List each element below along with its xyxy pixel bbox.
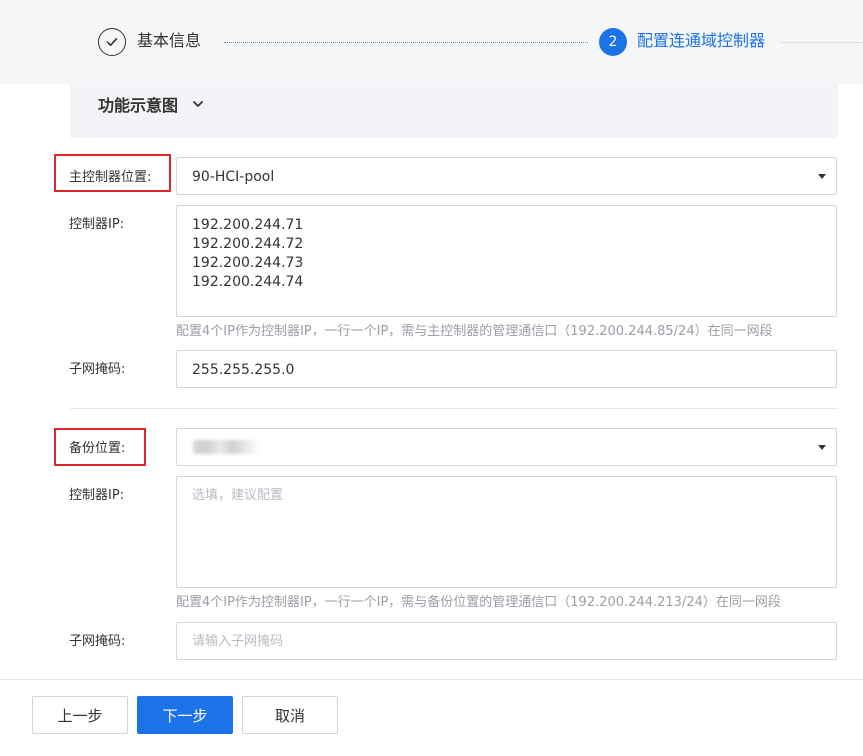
next-step-button[interactable]: 下一步 (137, 696, 233, 734)
step-2-label: 配置连通域控制器 (637, 31, 766, 50)
backup-subnet-label: 子网掩码: (69, 634, 126, 649)
footer-divider (0, 679, 863, 680)
step-1-label: 基本信息 (137, 31, 202, 50)
caret-down-icon (818, 445, 826, 450)
step-connector-trailing (780, 42, 863, 43)
caret-down-icon (818, 174, 826, 179)
backup-controller-ip-hint: 配置4个IP作为控制器IP，一行一个IP，需与备份位置的管理通信口（192.20… (176, 595, 781, 610)
controller-ip-line: 192.200.244.74 (192, 274, 304, 290)
step-connector (224, 42, 588, 43)
function-diagram-panel[interactable]: 功能示意图 (70, 84, 838, 138)
primary-controller-ip-hint: 配置4个IP作为控制器IP，一行一个IP，需与主控制器的管理通信口（192.20… (176, 324, 773, 339)
prev-step-button[interactable]: 上一步 (32, 696, 128, 734)
backup-controller-ip-textarea[interactable]: 选填，建议配置 (176, 476, 837, 588)
wizard-page: 基本信息 2 配置连通域控制器 功能示意图 主控制器位置: 90-HCI-poo… (0, 0, 863, 756)
step-2-indicator: 2 (599, 28, 627, 56)
function-diagram-title: 功能示意图 (98, 96, 179, 115)
backup-location-select[interactable] (176, 428, 837, 466)
controller-ip-line: 192.200.244.73 (192, 255, 304, 271)
primary-controller-ip-textarea[interactable]: 192.200.244.71 192.200.244.72 192.200.24… (176, 205, 837, 317)
controller-ip-line: 192.200.244.71 (192, 217, 304, 233)
stepper: 基本信息 2 配置连通域控制器 (0, 0, 863, 84)
section-divider (70, 408, 838, 409)
chevron-down-icon[interactable] (191, 97, 205, 111)
primary-controller-ip-label: 控制器IP: (69, 217, 125, 232)
primary-subnet-input[interactable]: 255.255.255.0 (176, 350, 837, 388)
backup-controller-ip-placeholder: 选填，建议配置 (192, 488, 284, 503)
step-done-indicator (98, 28, 126, 56)
primary-location-value: 90-HCI-pool (192, 169, 275, 185)
backup-controller-ip-label: 控制器IP: (69, 488, 125, 503)
primary-location-select[interactable]: 90-HCI-pool (176, 157, 837, 195)
backup-subnet-placeholder: 请输入子网掩码 (192, 634, 284, 649)
primary-controller-ip-values: 192.200.244.71 192.200.244.72 192.200.24… (192, 216, 303, 292)
check-icon (106, 38, 118, 46)
primary-subnet-value: 255.255.255.0 (192, 362, 295, 378)
backup-subnet-input[interactable]: 请输入子网掩码 (176, 622, 837, 660)
primary-location-label: 主控制器位置: (69, 170, 152, 185)
controller-ip-line: 192.200.244.72 (192, 236, 304, 252)
redacted-value (193, 440, 259, 454)
cancel-button[interactable]: 取消 (242, 696, 338, 734)
backup-location-label: 备份位置: (69, 441, 126, 456)
primary-subnet-label: 子网掩码: (69, 362, 126, 377)
